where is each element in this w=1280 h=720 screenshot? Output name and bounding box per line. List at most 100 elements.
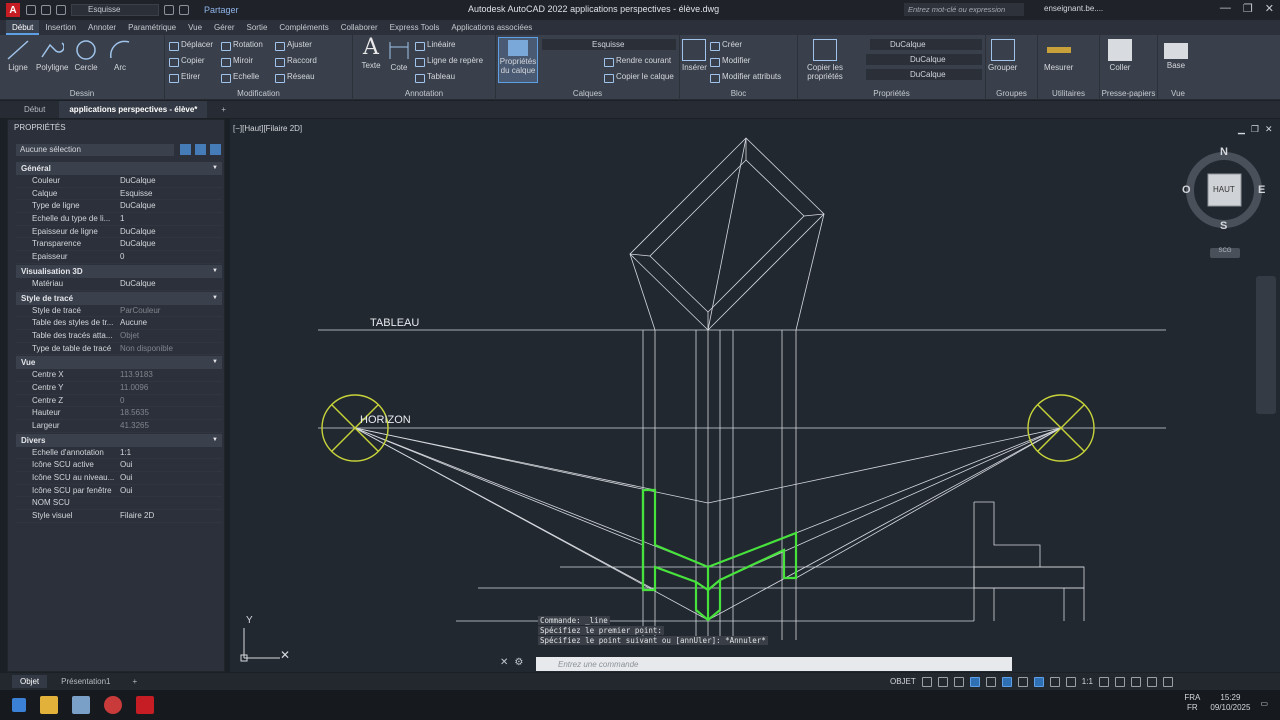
create-block-button[interactable]: Créer [710, 40, 742, 51]
property-row[interactable]: Echelle du type de li... 1 [16, 213, 222, 226]
model-space-toggle[interactable]: OBJET [890, 677, 916, 686]
property-value[interactable]: Non disponible [118, 343, 222, 355]
layer-properties-button[interactable]: Propriétés du calque [498, 37, 538, 83]
viewport-minimize-icon[interactable]: ▁ [1238, 124, 1245, 135]
property-section-header[interactable]: Vue [16, 356, 222, 370]
autocad-taskbar-icon[interactable] [136, 696, 154, 714]
viewcube-face-top[interactable]: HAUT [1213, 185, 1235, 194]
property-value[interactable]: 11.0096 [118, 382, 222, 394]
panel-title-presse-papiers[interactable]: Presse-papiers [1100, 89, 1157, 98]
tab-vue[interactable]: Vue [182, 20, 208, 35]
tab-complements[interactable]: Compléments [273, 20, 334, 35]
ucs-menu[interactable]: SCG [1210, 248, 1240, 258]
property-row[interactable]: Table des tracés atta... Objet [16, 330, 222, 343]
doc-tab-current[interactable]: applications perspectives - élève* [59, 101, 208, 118]
lineweight-icon[interactable] [1017, 676, 1028, 687]
property-row[interactable]: Table des styles de tr... Aucune [16, 317, 222, 330]
property-row[interactable]: Echelle d'annotation 1:1 [16, 447, 222, 460]
viewport-restore-icon[interactable]: ❐ [1251, 124, 1259, 135]
property-value[interactable]: 0 [118, 395, 222, 407]
panel-title-bloc[interactable]: Bloc [680, 89, 797, 98]
osnap-icon[interactable] [1001, 676, 1012, 687]
stretch-button[interactable]: Etirer [169, 72, 200, 83]
property-value[interactable]: ParCouleur [118, 305, 222, 317]
navigation-bar[interactable] [1256, 276, 1276, 414]
linear-button[interactable]: Linéaire [415, 40, 455, 51]
leader-button[interactable]: Ligne de repère [415, 56, 483, 67]
annotation-icon[interactable] [1033, 676, 1044, 687]
edit-block-button[interactable]: Modifier [710, 56, 750, 67]
polyline-button[interactable]: Polyligne [36, 39, 68, 72]
property-row[interactable]: Centre Y 11.0096 [16, 382, 222, 395]
viewport-close-icon[interactable]: ✕ [1265, 124, 1273, 135]
viewport-controls[interactable]: [−][Haut][Filaire 2D] [233, 124, 302, 133]
property-value[interactable]: 41.3265 [118, 420, 222, 432]
property-value[interactable]: Filaire 2D [118, 510, 222, 522]
property-row[interactable]: Type de table de tracé Non disponible [16, 343, 222, 356]
circle-button[interactable]: Cercle [74, 39, 98, 72]
lineweight-dropdown[interactable]: DuCalque [866, 69, 982, 80]
insert-button[interactable]: Insérer [682, 39, 707, 72]
panel-title-utilitaires[interactable]: Utilitaires [1038, 89, 1099, 98]
selection-cycling-icon[interactable] [1049, 676, 1060, 687]
property-section-header[interactable]: Divers [16, 433, 222, 447]
close-icon[interactable]: ✕ [1265, 2, 1274, 15]
annotation-scale[interactable]: 1:1 [1082, 677, 1093, 686]
customize-icon[interactable]: ⚙ [514, 657, 523, 668]
layer-dropdown[interactable]: Esquisse [542, 39, 676, 50]
property-section-header[interactable]: Visualisation 3D [16, 264, 222, 278]
compass-north[interactable]: N [1220, 146, 1228, 158]
new-tab-icon[interactable]: + [211, 101, 236, 118]
clock[interactable]: 15:29 09/10/2025 [1210, 693, 1250, 713]
property-row[interactable]: NOM SCU [16, 497, 222, 511]
windows-start-icon[interactable] [12, 698, 26, 712]
search-input[interactable]: Entrez mot-clé ou expression [904, 3, 1024, 16]
tab-annoter[interactable]: Annoter [82, 20, 122, 35]
property-row[interactable]: Matériau DuCalque [16, 278, 222, 291]
trim-button[interactable]: Ajuster [275, 40, 312, 51]
drawing-svg[interactable]: TABLEAU HORIZON Y ✕ [230, 119, 1280, 672]
select-objects-icon[interactable] [195, 144, 206, 155]
customize-status-icon[interactable] [1162, 676, 1173, 687]
property-row[interactable]: Epaisseur de ligne DuCalque [16, 226, 222, 239]
property-row[interactable]: Icône SCU active Oui [16, 459, 222, 473]
arc-button[interactable]: Arc [108, 39, 132, 72]
compass-south[interactable]: S [1220, 220, 1227, 232]
move-button[interactable]: Déplacer [169, 40, 213, 51]
panel-title-dessin[interactable]: Dessin [0, 89, 164, 98]
panel-title-calques[interactable]: Calques [496, 89, 679, 98]
tab-gerer[interactable]: Gérer [208, 20, 240, 35]
color-dropdown[interactable]: DuCalque [870, 39, 982, 50]
snap-icon[interactable] [937, 676, 948, 687]
property-value[interactable]: 1 [118, 213, 222, 225]
isolate-icon[interactable] [1146, 676, 1157, 687]
property-value[interactable]: Aucune [118, 317, 222, 329]
copy-layer-button[interactable]: Copier le calque [604, 72, 674, 83]
polar-icon[interactable] [969, 676, 980, 687]
doc-tab-start[interactable]: Début [14, 101, 55, 118]
property-value[interactable]: Esquisse [118, 188, 222, 200]
browser-icon[interactable] [104, 696, 122, 714]
user-account[interactable]: enseignant.be.... [1044, 4, 1103, 13]
fillet-button[interactable]: Raccord [275, 56, 317, 67]
property-row[interactable]: Centre Z 0 [16, 395, 222, 408]
base-view-button[interactable]: Base [1164, 39, 1188, 70]
property-value[interactable]: 0 [118, 251, 222, 263]
grid-icon[interactable] [921, 676, 932, 687]
quick-properties-icon[interactable] [1130, 676, 1141, 687]
tab-debut[interactable]: Début [6, 20, 40, 35]
ortho-icon[interactable] [953, 676, 964, 687]
property-value[interactable]: 1:1 [118, 447, 222, 459]
scale-button[interactable]: Echelle [221, 72, 259, 83]
add-layout-icon[interactable]: + [125, 675, 146, 688]
selection-dropdown[interactable]: Aucune sélection [16, 144, 174, 156]
maximize-icon[interactable]: ❐ [1243, 2, 1253, 15]
tab-applications-associees[interactable]: Applications associées [445, 20, 538, 35]
panel-title-modification[interactable]: Modification [165, 89, 352, 98]
property-row[interactable]: Style visuel Filaire 2D [16, 510, 222, 523]
tab-layout1[interactable]: Présentation1 [53, 675, 118, 688]
measure-button[interactable]: Mesurer [1044, 39, 1073, 72]
property-value[interactable]: Objet [118, 330, 222, 342]
match-properties-button[interactable]: Copier les propriétés [800, 39, 850, 81]
toggle-pickadd-icon[interactable] [180, 144, 191, 155]
